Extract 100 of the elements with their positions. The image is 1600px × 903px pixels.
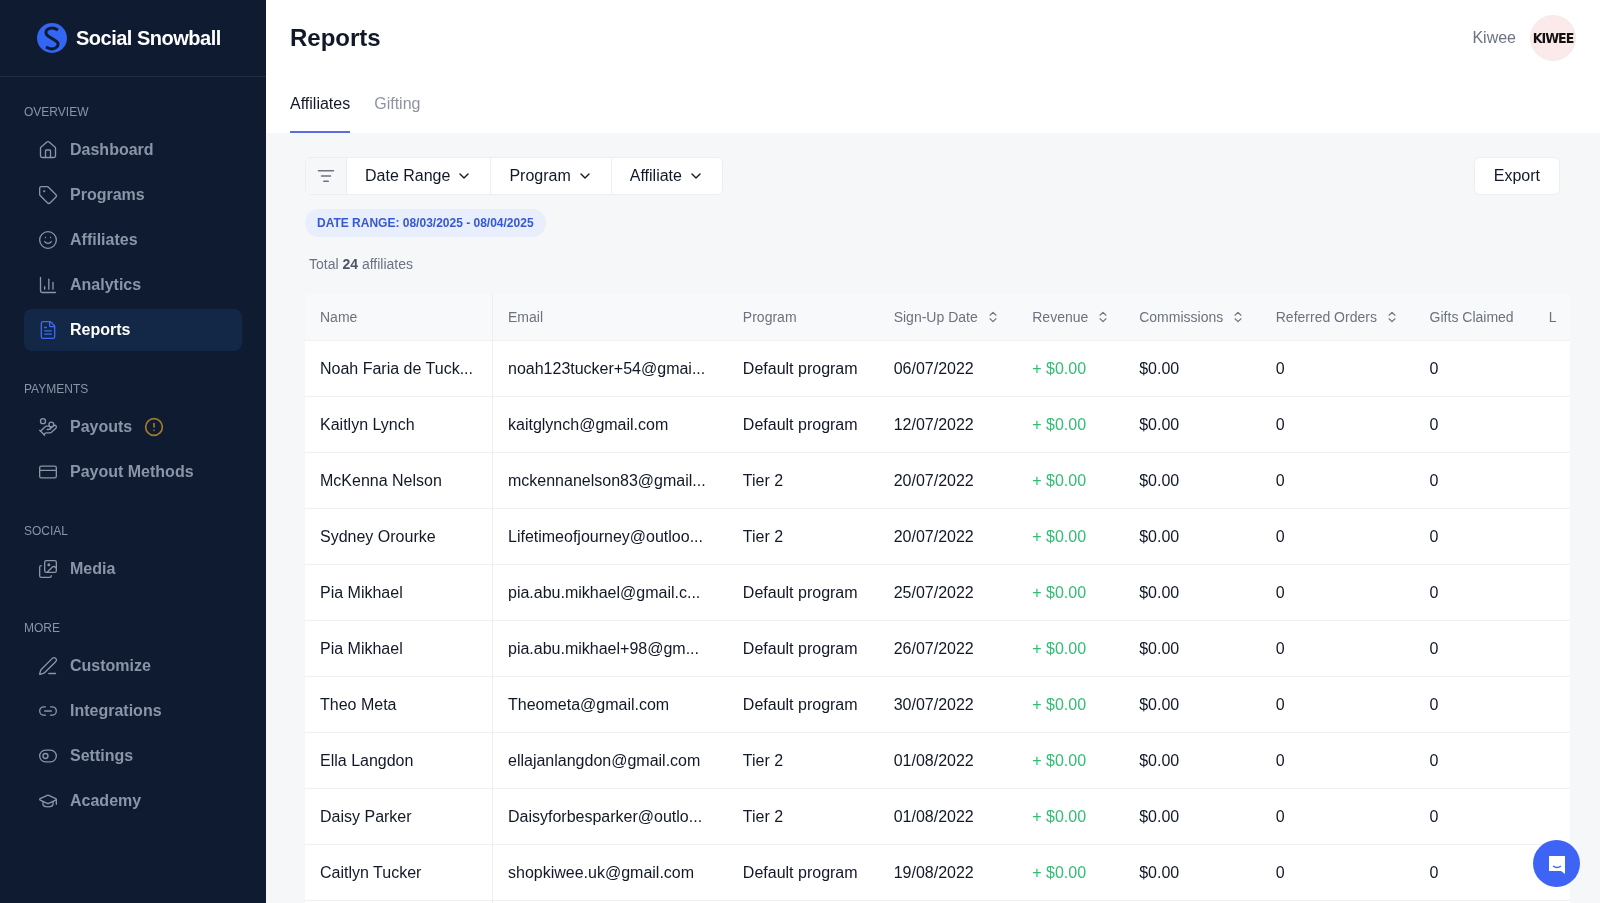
table-cell: Pia Mikhael bbox=[320, 639, 403, 657]
table-cell: Default program bbox=[742, 415, 858, 433]
table-cell: 06/07/2022 bbox=[893, 359, 974, 377]
table-cell: ellajanlangdon@gmail.com bbox=[508, 751, 701, 769]
account-avatar[interactable]: KIWEE bbox=[1530, 15, 1576, 61]
table-cell: $0.00 bbox=[1139, 639, 1180, 657]
table-cell: kaitglynch@gmail.com bbox=[508, 415, 669, 433]
sidebar-item[interactable]: Programs bbox=[24, 174, 242, 216]
column-header: Gifts Claimed bbox=[1429, 309, 1514, 325]
table-cell: Kaitlyn Lynch bbox=[320, 415, 415, 433]
table-cell: $0.00 bbox=[1139, 527, 1180, 545]
account-name: Kiwee bbox=[1472, 29, 1516, 47]
table-cell: 0 bbox=[1429, 863, 1439, 881]
table-cell: noah123tucker+54@gmai... bbox=[508, 359, 706, 377]
table-cell: $0.00 bbox=[1139, 807, 1180, 825]
sidebar-item[interactable]: Affiliates bbox=[24, 219, 242, 261]
column-header: Program bbox=[742, 309, 797, 325]
sidebar-section-title: PAYMENTS bbox=[23, 381, 90, 398]
table-cell: 0 bbox=[1275, 471, 1285, 489]
sidebar-item[interactable]: Dashboard bbox=[24, 129, 242, 171]
table-cell: $0.00 bbox=[1139, 863, 1180, 881]
sidebar-item[interactable]: Analytics bbox=[24, 264, 242, 306]
export-button[interactable]: Export bbox=[1473, 157, 1560, 195]
table-cell: 0 bbox=[1429, 415, 1439, 433]
table-cell: Caitlyn Tucker bbox=[320, 863, 422, 881]
nav-icon bbox=[38, 185, 58, 205]
table-cell: $0.00 bbox=[1139, 415, 1180, 433]
tab[interactable]: Gifting bbox=[374, 76, 421, 133]
table-cell: 19/08/2022 bbox=[893, 863, 974, 881]
column-header: L bbox=[1548, 309, 1557, 325]
table-cell: + $0.00 bbox=[1032, 639, 1087, 657]
table-cell: 25/07/2022 bbox=[893, 583, 974, 601]
table-cell: Default program bbox=[742, 863, 858, 881]
table-cell: 01/08/2022 bbox=[893, 751, 974, 769]
table-cell: mckennanelson83@gmail... bbox=[508, 471, 706, 489]
nav-icon bbox=[38, 230, 58, 250]
table-cell: + $0.00 bbox=[1032, 471, 1087, 489]
table-cell: Default program bbox=[742, 359, 858, 377]
nav-icon bbox=[38, 417, 58, 437]
table-cell: + $0.00 bbox=[1032, 583, 1087, 601]
column-header: Email bbox=[508, 309, 543, 325]
table-cell: 0 bbox=[1275, 863, 1285, 881]
table-cell: Default program bbox=[742, 639, 858, 657]
table-cell: 0 bbox=[1429, 807, 1439, 825]
table-cell: McKenna Nelson bbox=[320, 471, 442, 489]
nav-icon bbox=[38, 275, 58, 295]
brand-name: Social Snowball bbox=[76, 26, 221, 50]
table-cell: shopkiwee.uk@gmail.com bbox=[508, 863, 695, 881]
nav-icon bbox=[38, 656, 58, 676]
table-cell: 0 bbox=[1429, 639, 1439, 657]
table-cell: 0 bbox=[1429, 751, 1439, 769]
sidebar-item[interactable]: Academy bbox=[24, 780, 242, 822]
table-cell: 0 bbox=[1275, 807, 1285, 825]
sidebar-item[interactable]: Payouts bbox=[24, 406, 242, 448]
table-cell: Tier 2 bbox=[742, 527, 784, 545]
sidebar-item[interactable]: Payout Methods bbox=[24, 451, 242, 493]
nav-icon bbox=[38, 320, 58, 340]
page-title: Reports bbox=[290, 24, 381, 52]
table-cell: 30/07/2022 bbox=[893, 695, 974, 713]
sidebar-section-title: SOCIAL bbox=[23, 523, 69, 540]
table-cell: Ella Langdon bbox=[320, 751, 414, 769]
sidebar-section-title: MORE bbox=[23, 620, 61, 637]
table-cell: Default program bbox=[742, 695, 858, 713]
total-count: Total 24 affiliates bbox=[309, 256, 415, 272]
table-cell: Tier 2 bbox=[742, 807, 784, 825]
table-cell: + $0.00 bbox=[1032, 359, 1087, 377]
table-cell: 26/07/2022 bbox=[893, 639, 974, 657]
table-cell: 0 bbox=[1275, 527, 1285, 545]
table-cell: $0.00 bbox=[1139, 695, 1180, 713]
sidebar-item[interactable]: Customize bbox=[24, 645, 242, 687]
table-cell: Lifetimeofjourney@outloo... bbox=[508, 527, 703, 545]
table-cell: $0.00 bbox=[1139, 471, 1180, 489]
table-cell: 0 bbox=[1275, 359, 1285, 377]
snowball-logo-icon bbox=[36, 21, 68, 55]
table-cell: 0 bbox=[1429, 359, 1439, 377]
table-cell: 0 bbox=[1429, 527, 1439, 545]
table-cell: 12/07/2022 bbox=[893, 415, 974, 433]
table-cell: 0 bbox=[1429, 471, 1439, 489]
table-cell: 0 bbox=[1275, 695, 1285, 713]
sidebar-item[interactable]: Media bbox=[24, 548, 242, 590]
sidebar-item[interactable]: Reports bbox=[24, 309, 242, 351]
tab[interactable]: Affiliates bbox=[290, 76, 351, 133]
table-cell: + $0.00 bbox=[1032, 807, 1087, 825]
table-cell: Theometa@gmail.com bbox=[508, 695, 670, 713]
table-cell: 0 bbox=[1429, 583, 1439, 601]
sidebar-item[interactable]: Settings bbox=[24, 735, 242, 777]
table-cell: 0 bbox=[1275, 751, 1285, 769]
table-cell: pia.abu.mikhael+98@gm... bbox=[508, 639, 699, 657]
table-cell: Default program bbox=[742, 583, 858, 601]
table-cell: $0.00 bbox=[1139, 359, 1180, 377]
sidebar-item[interactable]: Integrations bbox=[24, 690, 242, 732]
table-cell: 0 bbox=[1275, 415, 1285, 433]
filter-button[interactable] bbox=[306, 158, 347, 194]
table-cell: $0.00 bbox=[1139, 583, 1180, 601]
table-cell: 0 bbox=[1275, 583, 1285, 601]
nav-icon bbox=[38, 140, 58, 160]
table-cell: Theo Meta bbox=[320, 695, 397, 713]
table-cell: Sydney Orourke bbox=[320, 527, 436, 545]
table-cell: Noah Faria de Tuck... bbox=[320, 359, 473, 377]
nav-icon bbox=[38, 559, 58, 579]
